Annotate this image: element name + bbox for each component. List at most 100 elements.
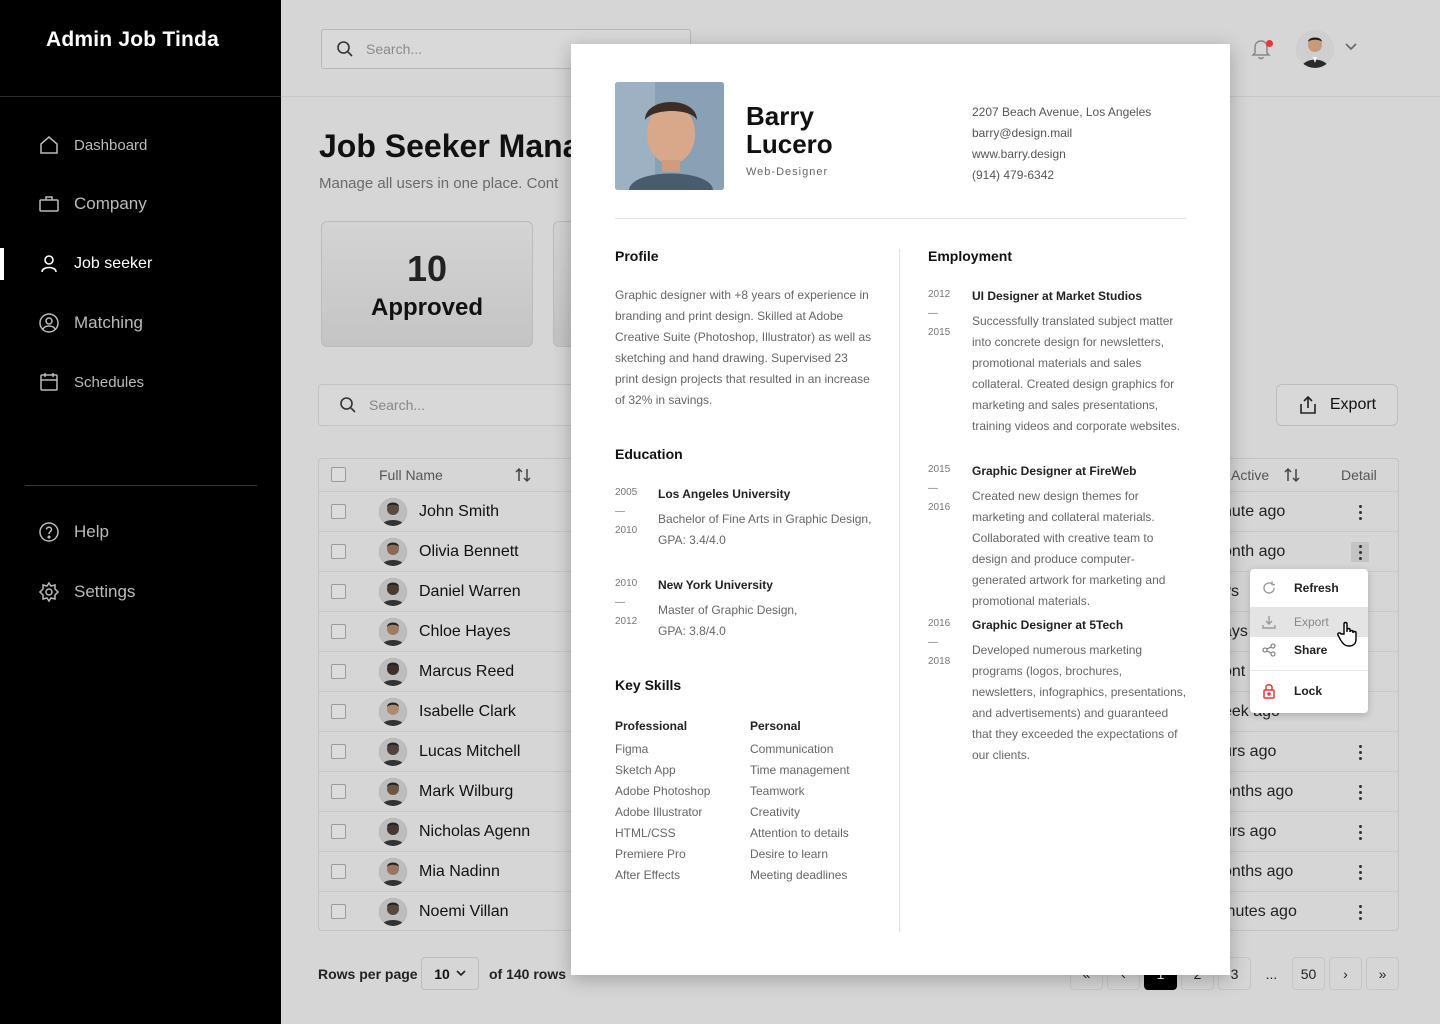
sidebar-item-label: Schedules bbox=[74, 373, 145, 391]
sort-icon[interactable] bbox=[514, 467, 532, 483]
skill-item: Sketch App bbox=[615, 763, 676, 777]
chevron-down-icon[interactable] bbox=[1344, 42, 1358, 52]
employment-years: 2016—2018 bbox=[928, 614, 958, 671]
sidebar-item-company[interactable]: Company bbox=[38, 193, 147, 215]
last-name: Lucero bbox=[746, 129, 833, 159]
year-start: 2015 bbox=[928, 464, 951, 475]
divider bbox=[615, 218, 1186, 219]
sidebar-item-settings[interactable]: Settings bbox=[38, 581, 135, 603]
menu-item-refresh[interactable]: Refresh bbox=[1250, 573, 1368, 603]
row-active: onths ago bbox=[1223, 863, 1294, 880]
sidebar: Admin Job Tinda Dashboard Company Job se… bbox=[0, 0, 281, 1024]
user-icon bbox=[38, 253, 60, 275]
sidebar-divider bbox=[25, 485, 257, 486]
row-checkbox[interactable] bbox=[331, 704, 346, 719]
address: 2207 Beach Avenue, Los Angeles bbox=[972, 105, 1152, 119]
page-subtitle: Manage all users in one place. Cont bbox=[319, 175, 559, 192]
job-title: Graphic Designer at 5Tech bbox=[972, 618, 1124, 632]
row-full-name: Mia Nadinn bbox=[419, 863, 500, 880]
website: www.barry.design bbox=[972, 147, 1066, 161]
menu-divider bbox=[1250, 670, 1368, 671]
more-options-icon[interactable] bbox=[1353, 863, 1367, 881]
menu-item-lock[interactable]: Lock bbox=[1250, 676, 1368, 706]
row-active: onth ago bbox=[1223, 543, 1286, 560]
menu-item-label: Refresh bbox=[1294, 581, 1339, 595]
row-active: urs ago bbox=[1223, 743, 1277, 760]
more-options-icon[interactable] bbox=[1353, 823, 1367, 841]
sidebar-item-help[interactable]: Help bbox=[38, 521, 109, 543]
export-label: Export bbox=[1329, 396, 1377, 413]
user-avatar[interactable] bbox=[1296, 30, 1334, 68]
education-school: New York University bbox=[658, 578, 773, 592]
profile-photo bbox=[615, 82, 724, 190]
sort-icon[interactable] bbox=[1283, 467, 1301, 483]
row-full-name: John Smith bbox=[419, 503, 500, 520]
job-title: Graphic Designer at FireWeb bbox=[972, 464, 1137, 478]
more-options-icon[interactable] bbox=[1353, 743, 1367, 761]
menu-item-label: Share bbox=[1294, 643, 1328, 657]
row-active: onths ago bbox=[1223, 783, 1294, 800]
skill-item: Figma bbox=[615, 742, 649, 756]
sidebar-item-schedules[interactable]: Schedules bbox=[38, 371, 144, 393]
sidebar-item-label: Matching bbox=[74, 313, 143, 332]
sidebar-item-matching[interactable]: Matching bbox=[38, 312, 143, 334]
skill-item: After Effects bbox=[615, 868, 681, 882]
page-50-button[interactable]: 50 bbox=[1292, 957, 1325, 990]
refresh-icon bbox=[1262, 581, 1276, 595]
profile-text: Graphic designer with +8 years of experi… bbox=[615, 288, 872, 407]
share-icon bbox=[1262, 643, 1276, 657]
more-options-icon[interactable] bbox=[1353, 783, 1367, 801]
row-checkbox[interactable] bbox=[331, 744, 346, 759]
row-checkbox[interactable] bbox=[331, 584, 346, 599]
total-rows: of 140 rows bbox=[489, 966, 567, 982]
page-ellipsis: ... bbox=[1265, 965, 1278, 982]
rows-per-page-label: Rows per page bbox=[318, 966, 418, 982]
sidebar-item-label: Settings bbox=[74, 582, 136, 601]
next-page-button[interactable]: › bbox=[1329, 957, 1362, 990]
chevron-down-icon bbox=[456, 970, 466, 977]
education-heading: Education bbox=[615, 446, 683, 462]
row-checkbox[interactable] bbox=[331, 624, 346, 639]
row-checkbox[interactable] bbox=[331, 664, 346, 679]
education-years: 2005—2010 bbox=[615, 483, 645, 540]
more-options-icon[interactable] bbox=[1353, 903, 1367, 921]
education-school: Los Angeles University bbox=[658, 487, 791, 501]
rows-per-page-select[interactable]: 10 bbox=[421, 957, 479, 990]
search-placeholder: Search... bbox=[366, 41, 423, 57]
select-all-checkbox[interactable] bbox=[331, 467, 346, 482]
row-full-name: Daniel Warren bbox=[419, 583, 521, 600]
first-name: Barry bbox=[746, 101, 814, 131]
row-active: urs ago bbox=[1223, 823, 1277, 840]
sidebar-item-job-seeker[interactable]: Job seeker bbox=[38, 253, 152, 275]
row-full-name: Lucas Mitchell bbox=[419, 743, 521, 760]
avatar bbox=[379, 538, 407, 566]
stat-label: Approved bbox=[370, 294, 483, 321]
row-checkbox[interactable] bbox=[331, 904, 346, 919]
page-title: Job Seeker Mana bbox=[319, 128, 581, 164]
more-options-icon[interactable] bbox=[1351, 542, 1369, 562]
avatar bbox=[379, 818, 407, 846]
search-icon bbox=[339, 396, 357, 414]
profile-heading: Profile bbox=[615, 248, 659, 264]
more-options-icon[interactable] bbox=[1353, 503, 1367, 521]
skill-item: Time management bbox=[750, 763, 850, 777]
sidebar-item-label: Dashboard bbox=[74, 136, 148, 154]
hand-cursor-icon bbox=[1336, 620, 1362, 648]
employment-years: 2012—2015 bbox=[928, 285, 958, 342]
last-page-button[interactable]: » bbox=[1366, 957, 1399, 990]
row-full-name: Nicholas Agenn bbox=[419, 823, 531, 840]
row-checkbox[interactable] bbox=[331, 544, 346, 559]
sidebar-item-dashboard[interactable]: Dashboard bbox=[38, 134, 147, 156]
resume-modal: Barry Lucero Web-Designer 2207 Beach Ave… bbox=[571, 44, 1230, 975]
education-detail: Master of Graphic Design, GPA: 3.8/4.0 bbox=[658, 603, 798, 638]
export-button[interactable]: Export bbox=[1276, 384, 1398, 426]
row-checkbox[interactable] bbox=[331, 824, 346, 839]
stat-card-approved[interactable]: 10 Approved bbox=[321, 221, 533, 347]
row-checkbox[interactable] bbox=[331, 784, 346, 799]
avatar bbox=[379, 738, 407, 766]
calendar-icon bbox=[38, 371, 60, 393]
row-full-name: Isabelle Clark bbox=[419, 703, 516, 720]
row-checkbox[interactable] bbox=[331, 504, 346, 519]
row-checkbox[interactable] bbox=[331, 864, 346, 879]
email: barry@design.mail bbox=[972, 126, 1073, 140]
